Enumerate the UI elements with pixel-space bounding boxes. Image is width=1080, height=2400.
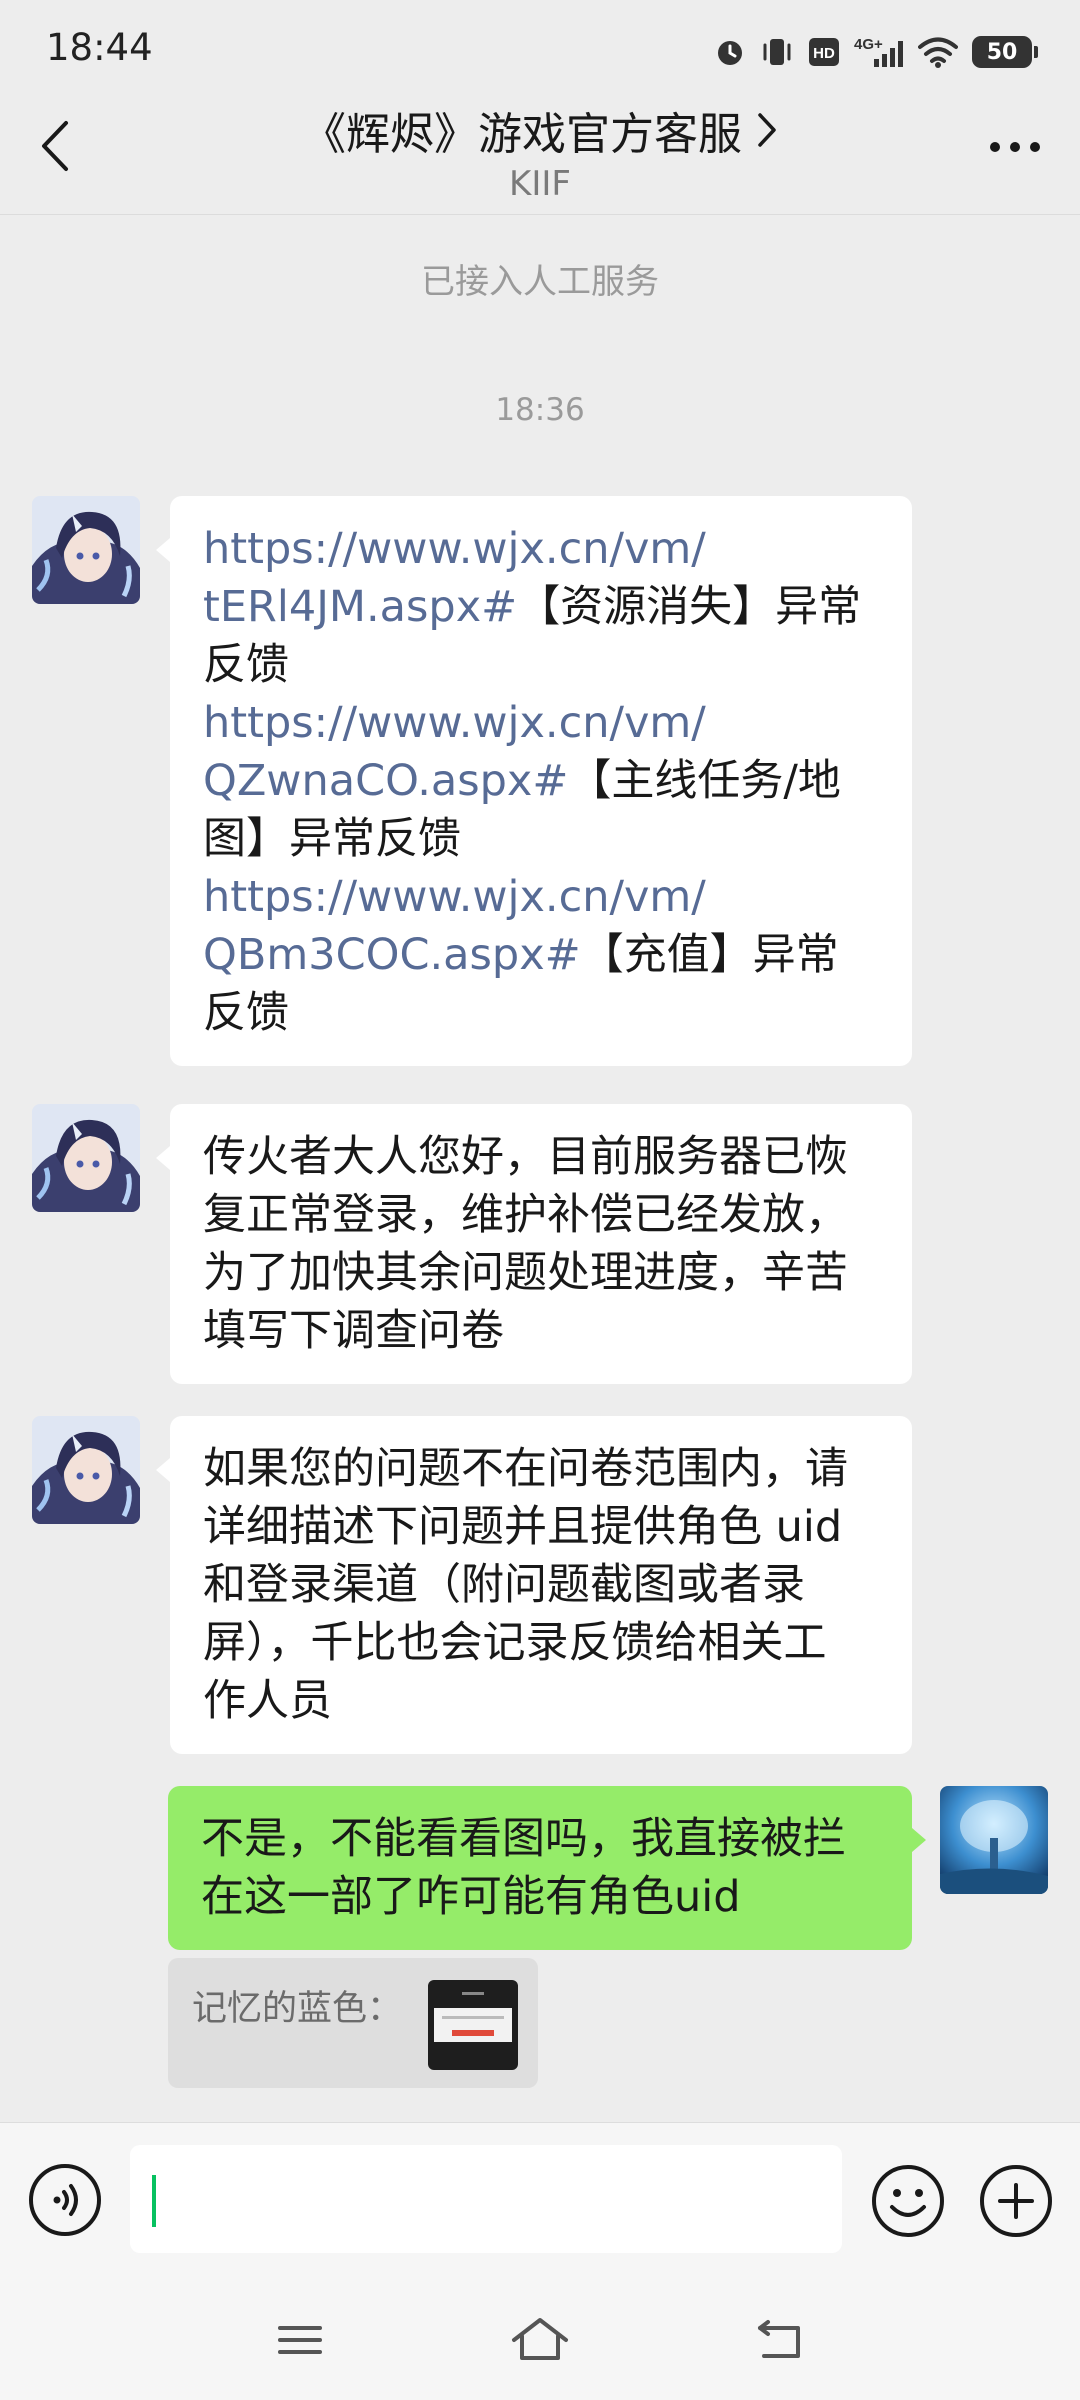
alarm-icon	[718, 41, 742, 65]
link-url[interactable]: https://www.wjx.cn/vm/	[203, 868, 880, 926]
quoted-message[interactable]: 记忆的蓝色：	[168, 1958, 538, 2088]
agent-avatar[interactable]	[32, 1416, 140, 1524]
quote-label: 记忆的蓝色：	[192, 1989, 403, 2029]
link-description: 反馈	[203, 988, 289, 1038]
voice-button[interactable]	[28, 2163, 102, 2237]
svg-text:4G+: 4G+	[854, 36, 883, 53]
message-input[interactable]	[130, 2145, 842, 2253]
hd-icon: HD	[809, 38, 839, 66]
bubble-tail	[156, 1146, 170, 1170]
plus-icon	[980, 2165, 1052, 2237]
message-timestamp: 18:36	[495, 392, 585, 428]
more-options-button[interactable]	[980, 122, 1050, 172]
message-bubble-agent[interactable]: 传火者大人您好，目前服务器已恢 复正常登录，维护补偿已经发放， 为了加快其余问题…	[170, 1104, 912, 1384]
message-bubble-agent[interactable]: 如果您的问题不在问卷范围内，请 详细描述下问题并且提供角色 uid 和登录渠道（…	[170, 1416, 912, 1754]
survey-link-2[interactable]: https://www.wjx.cn/vm/ QZwnaCO.aspx#【主线任…	[203, 694, 880, 868]
nav-home-button[interactable]	[508, 2310, 572, 2370]
anime-character-avatar	[32, 1104, 140, 1212]
link-description: 【主线任务/地	[568, 756, 841, 806]
anime-character-avatar	[32, 496, 140, 604]
link-url[interactable]: tERl4JM.aspx#	[203, 582, 517, 632]
system-navigation-bar	[0, 2280, 1080, 2400]
more-functions-button[interactable]	[978, 2163, 1054, 2239]
message-line: 详细描述下问题并且提供角色 uid	[203, 1502, 843, 1552]
voice-icon	[29, 2164, 101, 2236]
emoji-icon	[872, 2165, 944, 2237]
link-url[interactable]: https://www.wjx.cn/vm/	[203, 520, 880, 578]
chevron-right-icon	[758, 113, 776, 147]
vibrate-icon	[763, 39, 791, 65]
menu-icon	[278, 2326, 322, 2354]
battery-indicator: 50	[972, 36, 1038, 68]
battery-level: 50	[986, 39, 1018, 65]
emoji-button[interactable]	[870, 2163, 946, 2239]
svg-text:HD: HD	[813, 45, 835, 62]
quoted-image-thumbnail[interactable]	[428, 1980, 518, 2070]
message-line: 不是，不能看看图吗，我直接被拦	[201, 1814, 846, 1864]
message-line: 作人员	[203, 1676, 332, 1726]
page-title: 《辉烬》游戏官方客服	[302, 109, 742, 160]
agent-avatar[interactable]	[32, 1104, 140, 1212]
nav-menu-button[interactable]	[268, 2310, 332, 2370]
message-bubble-user[interactable]: 不是，不能看看图吗，我直接被拦 在这一部了咋可能有角色uid	[168, 1786, 912, 1950]
header-divider	[0, 214, 1080, 215]
link-description: 反馈	[203, 640, 289, 690]
bubble-tail	[156, 1458, 170, 1482]
survey-link-3[interactable]: https://www.wjx.cn/vm/ QBm3COC.aspx#【充值】…	[203, 868, 880, 1042]
link-description: 【充值】异常	[580, 930, 839, 980]
message-line: 为了加快其余问题处理进度，辛苦	[203, 1248, 848, 1298]
link-description: 图】异常反馈	[203, 814, 461, 864]
message-line: 在这一部了咋可能有角色uid	[201, 1872, 741, 1922]
user-avatar[interactable]	[940, 1786, 1048, 1894]
wifi-icon	[918, 37, 958, 68]
chat-header: 《辉烬》游戏官方客服 KIIF	[0, 96, 1080, 216]
link-url[interactable]: https://www.wjx.cn/vm/	[203, 694, 880, 752]
message-line: 屏），千比也会记录反馈给相关工	[203, 1618, 827, 1668]
message-line: 传火者大人您好，目前服务器已恢	[203, 1132, 848, 1182]
text-cursor	[152, 2175, 156, 2227]
home-icon	[512, 2318, 568, 2360]
input-bar	[0, 2122, 1080, 2280]
bubble-tail	[912, 1828, 926, 1852]
signal-4g-icon: 4G+	[854, 36, 903, 67]
chat-title-area[interactable]: 《辉烬》游戏官方客服	[0, 98, 1080, 162]
link-url[interactable]: QBm3COC.aspx#	[203, 930, 581, 980]
message-line: 填写下调查问卷	[203, 1306, 504, 1356]
blue-tree-avatar	[940, 1786, 1048, 1894]
link-description: 【资源消失】异常	[517, 582, 862, 632]
message-line: 和登录渠道（附问题截图或者录	[203, 1560, 805, 1610]
agent-avatar[interactable]	[32, 496, 140, 604]
back-nav-icon	[758, 2320, 800, 2358]
status-time: 18:44	[46, 26, 153, 69]
message-bubble-agent[interactable]: https://www.wjx.cn/vm/ tERl4JM.aspx#【资源消…	[170, 496, 912, 1066]
message-line: 复正常登录，维护补偿已经发放，	[203, 1190, 848, 1240]
status-icons: HD 4G+ 50	[714, 30, 1038, 74]
anime-character-avatar	[32, 1416, 140, 1524]
system-notice: 已接入人工服务	[421, 262, 659, 302]
page-subtitle: KIIF	[509, 164, 571, 204]
status-bar: 18:44 HD 4G+ 50	[0, 0, 1080, 96]
survey-link-1[interactable]: https://www.wjx.cn/vm/ tERl4JM.aspx#【资源消…	[203, 520, 880, 694]
more-dots-icon	[990, 142, 1040, 152]
screenshot-thumbnail	[428, 1980, 518, 2070]
bubble-tail	[156, 538, 170, 562]
nav-back-button[interactable]	[750, 2310, 814, 2370]
link-url[interactable]: QZwnaCO.aspx#	[203, 756, 568, 806]
message-line: 如果您的问题不在问卷范围内，请	[203, 1444, 848, 1494]
